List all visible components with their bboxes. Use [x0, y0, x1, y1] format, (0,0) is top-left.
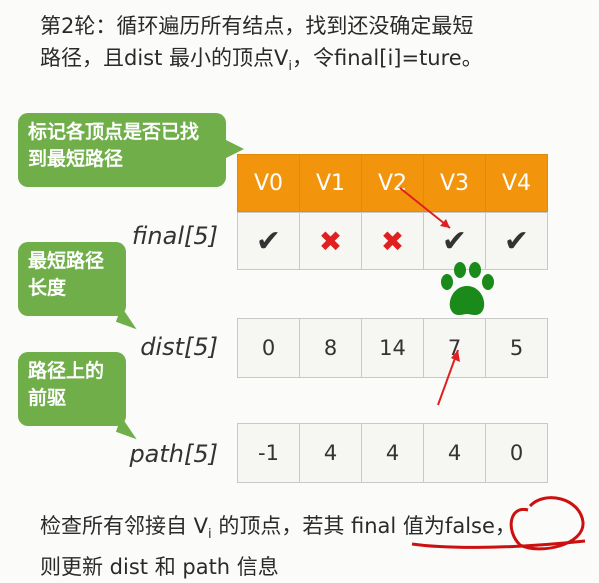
title-line-1: 第2轮：循环遍历所有结点，找到还没确定最短 [40, 14, 474, 38]
dist-cell: 0 [237, 318, 300, 378]
dist-row-label: dist[5] [140, 333, 218, 361]
final-note-bubble: 标记各顶点是否已找到最短路径 [18, 113, 244, 187]
title-line-2: 路径，且dist 最小的顶点Vi，令final[i]=ture。 [40, 42, 580, 83]
footer-mid: 的顶点，若其 final 值为false， [211, 514, 516, 538]
vertex-header-cell: V2 [361, 154, 424, 212]
check-icon: ✔ [255, 223, 282, 259]
path-cell: 4 [423, 423, 486, 483]
vertex-header-cell: V4 [485, 154, 548, 212]
dist-cell: 14 [361, 318, 424, 378]
final-cell: ✔ [237, 212, 300, 270]
title-line-2-pre: 路径，且dist 最小的顶点V [40, 46, 289, 70]
path-cell: 4 [361, 423, 424, 483]
path-cell: -1 [237, 423, 300, 483]
vertex-header-cell: V0 [237, 154, 300, 212]
vertex-header-row: V0 V1 V2 V3 V4 [237, 154, 548, 212]
final-row-label: final[5] [131, 222, 218, 250]
path-row-label: path[5] [129, 440, 218, 468]
footer-line-1: 检查所有邻接自 Vi 的顶点，若其 final 值为false， [40, 510, 595, 551]
title-line-2-post: ，令final[i]=ture。 [292, 46, 483, 70]
vertex-header-cell: V3 [423, 154, 486, 212]
footer-text: 检查所有邻接自 Vi 的顶点，若其 final 值为false， 则更新 dis… [40, 510, 595, 583]
final-cell: ✖ [299, 212, 362, 270]
path-row: -1 4 4 4 0 [237, 423, 548, 483]
footer-line-2: 则更新 dist 和 path 信息 [40, 555, 279, 580]
final-row: ✔ ✖ ✖ ✔ ✔ [237, 212, 548, 270]
cross-icon: ✖ [318, 224, 343, 258]
footer-pre: 检查所有邻接自 V [40, 514, 209, 538]
check-icon: ✔ [441, 223, 468, 259]
final-cell: ✖ [361, 212, 424, 270]
page-title: 第2轮：循环遍历所有结点，找到还没确定最短 路径，且dist 最小的顶点Vi，令… [40, 10, 580, 83]
path-cell: 4 [299, 423, 362, 483]
path-note-bubble: 路径上的前驱 [18, 352, 126, 426]
vertex-header-cell: V1 [299, 154, 362, 212]
dist-row: 0 8 14 7 5 [237, 318, 548, 378]
dist-cell: 8 [299, 318, 362, 378]
dist-note-bubble: 最短路径长度 [18, 242, 126, 316]
cross-icon: ✖ [380, 224, 405, 258]
dist-cell: 7 [423, 318, 486, 378]
check-icon: ✔ [503, 223, 530, 259]
path-cell: 0 [485, 423, 548, 483]
dist-cell: 5 [485, 318, 548, 378]
paw-icon [441, 262, 494, 315]
